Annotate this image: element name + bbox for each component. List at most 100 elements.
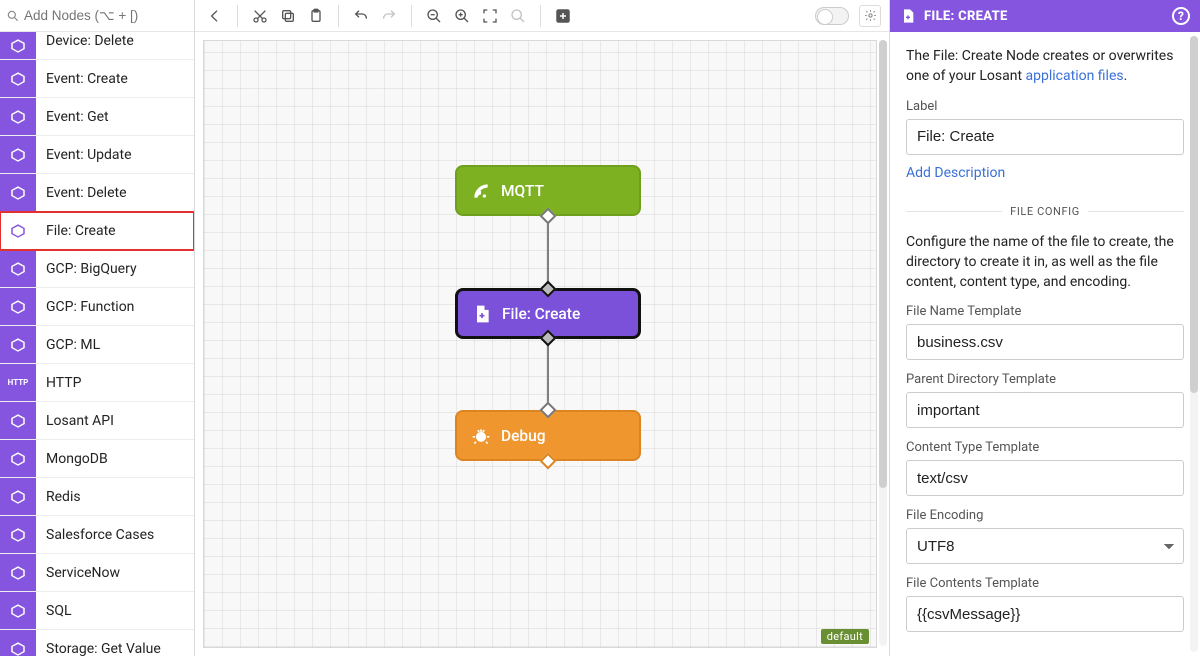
- palette-item-label: HTTP: [36, 375, 81, 391]
- palette-item[interactable]: Storage: Get Value: [0, 630, 194, 656]
- properties-panel: FILE: CREATE ? The File: Create Node cre…: [889, 0, 1200, 656]
- wire-mqtt-to-file[interactable]: [547, 218, 549, 288]
- file-contents-label: File Contents Template: [906, 576, 1184, 591]
- redo-button[interactable]: [377, 4, 401, 28]
- palette-item-label: Event: Delete: [36, 185, 127, 201]
- port-out[interactable]: [540, 330, 557, 347]
- palette-item-icon: [0, 592, 36, 629]
- palette-item-label: GCP: Function: [36, 299, 134, 315]
- canvas-column: MQTT File: Create Debug default: [195, 0, 889, 656]
- palette-item-label: GCP: BigQuery: [36, 261, 137, 277]
- palette-item[interactable]: SQL: [0, 592, 194, 630]
- canvas-scrollbar[interactable]: [879, 40, 887, 646]
- flow-node-label: MQTT: [501, 182, 544, 200]
- zoom-out-button[interactable]: [422, 4, 446, 28]
- palette-item[interactable]: Losant API: [0, 402, 194, 440]
- panel-description: The File: Create Node creates or overwri…: [906, 46, 1184, 87]
- panel-title: FILE: CREATE: [924, 9, 1008, 24]
- parent-dir-label: Parent Directory Template: [906, 372, 1184, 387]
- mqtt-icon: [471, 181, 491, 201]
- flow-node-file-create[interactable]: File: Create: [455, 288, 641, 339]
- copy-button[interactable]: [276, 4, 300, 28]
- palette-item[interactable]: Event: Update: [0, 136, 194, 174]
- palette-item[interactable]: Event: Get: [0, 98, 194, 136]
- palette-item-label: File: Create: [36, 223, 116, 239]
- grid-snap-toggle[interactable]: [815, 7, 849, 25]
- label-field-label: Label: [906, 99, 1184, 114]
- paste-button[interactable]: [304, 4, 328, 28]
- palette-item-label: Device: Delete: [36, 33, 134, 49]
- panel-scrollbar[interactable]: [1190, 36, 1198, 652]
- palette-item-label: Event: Create: [36, 71, 128, 87]
- flow-node-label: Debug: [501, 427, 546, 445]
- canvas[interactable]: MQTT File: Create Debug default: [195, 32, 889, 656]
- canvas-settings-button[interactable]: [859, 5, 881, 27]
- palette-item-icon: [0, 174, 36, 211]
- palette-item-icon: [0, 326, 36, 363]
- label-input[interactable]: [906, 119, 1184, 155]
- palette-item-icon: [0, 250, 36, 287]
- palette-item-icon: HTTP: [0, 364, 36, 401]
- palette-item[interactable]: GCP: BigQuery: [0, 250, 194, 288]
- palette-item-icon: [0, 136, 36, 173]
- content-type-input[interactable]: [906, 460, 1184, 496]
- back-button[interactable]: [203, 4, 227, 28]
- palette-item[interactable]: MongoDB: [0, 440, 194, 478]
- application-files-link[interactable]: application files: [1026, 68, 1124, 84]
- palette-item-icon: [0, 516, 36, 553]
- palette-item-icon: [0, 554, 36, 591]
- palette-item[interactable]: Device: Delete: [0, 32, 194, 60]
- file-name-input[interactable]: [906, 324, 1184, 360]
- file-config-divider: FILE CONFIG: [906, 205, 1184, 218]
- palette-item[interactable]: GCP: Function: [0, 288, 194, 326]
- palette-item-label: Storage: Get Value: [36, 641, 161, 656]
- help-button[interactable]: ?: [1172, 7, 1190, 25]
- palette-item-icon: [0, 478, 36, 515]
- palette-item-label: Redis: [36, 489, 81, 505]
- palette-item[interactable]: GCP: ML: [0, 326, 194, 364]
- palette-item[interactable]: Salesforce Cases: [0, 516, 194, 554]
- palette-item-icon: [0, 60, 36, 97]
- file-contents-input[interactable]: [906, 596, 1184, 632]
- port-out[interactable]: [540, 453, 557, 470]
- node-palette: Device: DeleteEvent: CreateEvent: GetEve…: [0, 0, 195, 656]
- palette-item-label: MongoDB: [36, 451, 108, 467]
- add-note-button[interactable]: [551, 4, 575, 28]
- undo-button[interactable]: [349, 4, 373, 28]
- file-create-icon: [900, 8, 916, 24]
- flow-node-debug[interactable]: Debug: [455, 410, 641, 461]
- zoom-in-button[interactable]: [450, 4, 474, 28]
- file-config-description: Configure the name of the file to create…: [906, 232, 1184, 293]
- port-in[interactable]: [540, 402, 557, 419]
- palette-item[interactable]: Event: Delete: [0, 174, 194, 212]
- palette-item[interactable]: ServiceNow: [0, 554, 194, 592]
- port-out[interactable]: [540, 208, 557, 225]
- version-badge: default: [821, 629, 869, 644]
- palette-item-label: GCP: ML: [36, 337, 100, 353]
- bug-icon: [471, 426, 491, 446]
- palette-item[interactable]: HTTPHTTP: [0, 364, 194, 402]
- palette-item[interactable]: Redis: [0, 478, 194, 516]
- palette-item-icon: [0, 98, 36, 135]
- flow-node-mqtt[interactable]: MQTT: [455, 165, 641, 216]
- palette-node-list: Device: DeleteEvent: CreateEvent: GetEve…: [0, 32, 194, 656]
- palette-item[interactable]: Event: Create: [0, 60, 194, 98]
- port-in[interactable]: [540, 281, 557, 298]
- zoom-reset-button[interactable]: [506, 4, 530, 28]
- parent-dir-input[interactable]: [906, 392, 1184, 428]
- palette-item[interactable]: File: Create: [0, 212, 194, 250]
- palette-search-row: [0, 0, 194, 32]
- cut-button[interactable]: [248, 4, 272, 28]
- add-description-link[interactable]: Add Description: [906, 165, 1005, 181]
- palette-item-icon: [0, 32, 36, 59]
- file-encoding-select[interactable]: UTF8: [906, 528, 1184, 564]
- palette-item-icon: [0, 630, 36, 656]
- wire-file-to-debug[interactable]: [547, 340, 549, 410]
- zoom-fit-button[interactable]: [478, 4, 502, 28]
- panel-header: FILE: CREATE ?: [890, 0, 1200, 32]
- palette-item-label: Salesforce Cases: [36, 527, 154, 543]
- palette-item-icon: [0, 402, 36, 439]
- file-create-icon: [472, 304, 492, 324]
- palette-search-input[interactable]: [24, 8, 201, 23]
- content-type-label: Content Type Template: [906, 440, 1184, 455]
